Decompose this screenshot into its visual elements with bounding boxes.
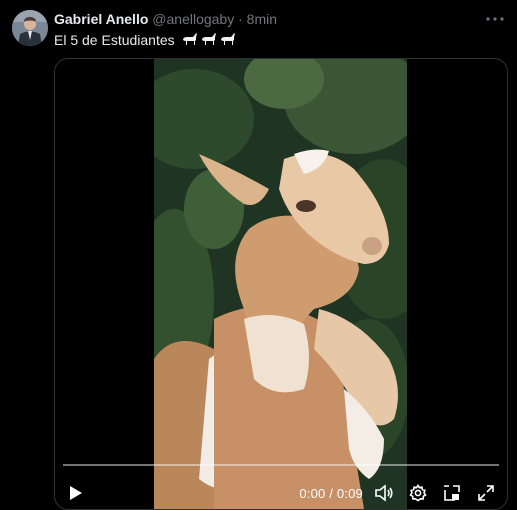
separator-dot: · [238,11,243,27]
tweet-body: El 5 de Estudiantes [54,32,175,48]
video-frame[interactable] [154,59,407,509]
video-controls: 0:00 / 0:09 [55,477,507,509]
video-still-goat [154,59,407,509]
settings-gear-icon[interactable] [407,482,429,504]
picture-in-picture-icon[interactable] [441,482,463,504]
control-buttons [373,482,497,504]
goat-icon [219,32,236,50]
duration: 0:09 [336,485,363,501]
avatar-image [12,10,48,46]
tweet-text: El 5 de Estudiantes [54,31,236,50]
tweet-header: Gabriel Anello @anellogaby · 8min [54,11,277,28]
goat-icon [200,32,217,50]
volume-icon[interactable] [373,482,395,504]
current-time: 0:00 [299,485,326,501]
tweet-timestamp[interactable]: 8min [247,11,277,27]
goat-icon [181,32,198,50]
author-name[interactable]: Gabriel Anello [54,11,148,27]
fullscreen-icon[interactable] [475,482,497,504]
play-icon[interactable] [65,482,87,504]
more-options-icon[interactable] [485,10,505,28]
avatar[interactable] [12,10,48,46]
video-player[interactable]: 0:00 / 0:09 [54,58,508,510]
video-time: 0:00 / 0:09 [299,486,363,501]
tweet: Gabriel Anello @anellogaby · 8min El 5 d… [0,0,517,510]
author-handle[interactable]: @anellogaby [152,11,234,27]
time-separator: / [329,485,334,501]
video-progress-bar[interactable] [63,464,499,466]
